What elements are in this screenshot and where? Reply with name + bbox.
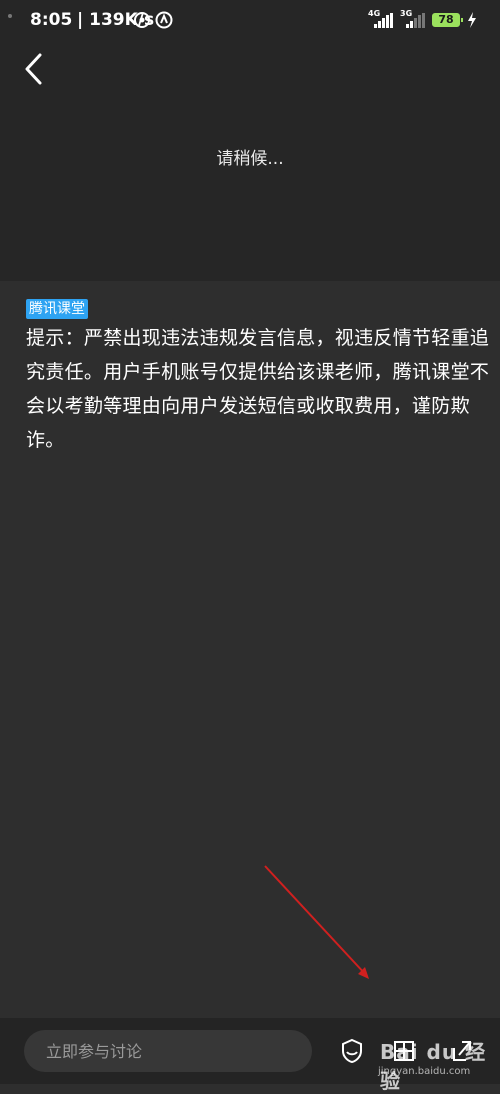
- charging-icon: [468, 12, 476, 28]
- status-time: 8:05: [30, 10, 73, 30]
- source-badge: 腾讯课堂: [26, 299, 88, 319]
- shield-icon[interactable]: [340, 1038, 364, 1064]
- video-area: 8:05 | 139K/s 4G 3G 78 请稍候...: [0, 0, 500, 281]
- battery-icon: 78: [432, 13, 463, 27]
- back-button[interactable]: [20, 52, 48, 86]
- annotation-arrow: [264, 865, 369, 979]
- status-dot: [8, 14, 12, 18]
- loading-text: 请稍候...: [216, 149, 284, 169]
- bottom-bar: [0, 1018, 500, 1084]
- battery-level: 78: [438, 13, 454, 26]
- grid-icon[interactable]: [392, 1038, 416, 1064]
- status-bar: 8:05 | 139K/s 4G 3G 78: [0, 0, 500, 44]
- notice-section: 腾讯课堂 提示：严禁出现违法违规发言信息，视违反情节轻重追究责任。用户手机账号仅…: [26, 298, 490, 457]
- signal-icon: [374, 13, 393, 28]
- notice-text: 提示：严禁出现违法违规发言信息，视违反情节轻重追究责任。用户手机账号仅提供给该课…: [26, 327, 490, 451]
- discussion-input[interactable]: [24, 1030, 312, 1072]
- expand-icon[interactable]: [450, 1038, 474, 1064]
- netease-music-icon: [134, 12, 150, 28]
- app-notification-icon: [155, 11, 173, 29]
- signal-icon-secondary: [406, 13, 425, 28]
